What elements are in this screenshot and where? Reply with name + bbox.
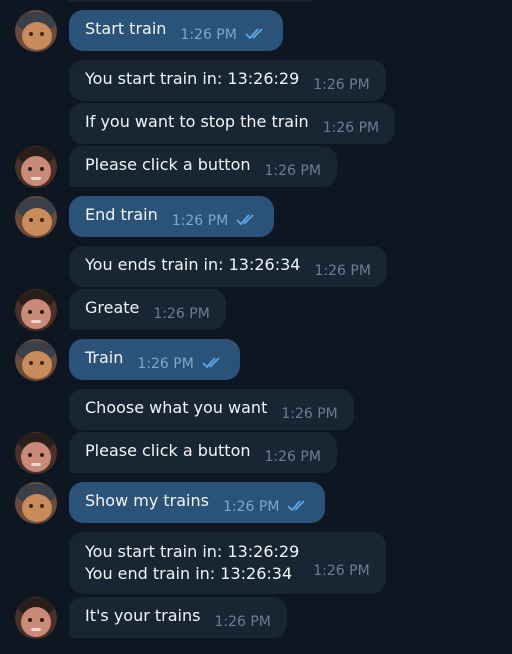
message-bubble-incoming[interactable]: Greate 1:26 PM bbox=[69, 289, 226, 330]
message-time: 1:26 PM bbox=[313, 77, 370, 93]
bot-avatar[interactable] bbox=[15, 432, 57, 474]
double-check-icon bbox=[236, 214, 254, 225]
message-time: 1:26 PM bbox=[281, 406, 338, 422]
message-bubble-incoming[interactable]: You start train in: 13:26:29 You end trai… bbox=[69, 532, 386, 594]
message-text: Please click a button bbox=[85, 155, 251, 174]
message-time: 1:26 PM bbox=[222, 499, 280, 515]
message-text: Choose what you want bbox=[85, 398, 268, 417]
message-bubble-incoming[interactable]: Please click a button 1:26 PM bbox=[69, 432, 337, 473]
message-text-line: You end train in: 13:26:34 bbox=[85, 564, 293, 583]
message-bubble-incoming[interactable]: Choose what you want 1:26 PM bbox=[69, 389, 354, 430]
message-time: 1:26 PM bbox=[264, 449, 321, 465]
user-avatar[interactable] bbox=[15, 196, 57, 238]
message-text: Show my trains bbox=[85, 491, 209, 510]
message-text: Train bbox=[85, 348, 124, 367]
bot-avatar[interactable] bbox=[15, 146, 57, 188]
message-text: End train bbox=[85, 205, 158, 224]
double-check-icon bbox=[287, 500, 306, 511]
message-text-line: You start train in: 13:26:29 bbox=[85, 542, 300, 561]
bot-avatar[interactable] bbox=[15, 597, 57, 639]
message-bubble-incoming[interactable]: You start train in: 13:26:29 1:26 PM bbox=[69, 60, 386, 101]
message-time: 1:26 PM bbox=[153, 306, 210, 322]
double-check-icon bbox=[202, 357, 220, 368]
message-bubble-incoming[interactable]: If you want to stop the train 1:26 PM bbox=[69, 103, 396, 144]
message-text: Please click a button bbox=[85, 441, 251, 460]
message-time: 1:26 PM bbox=[322, 120, 380, 136]
message-time: 1:26 PM bbox=[171, 213, 229, 229]
user-avatar[interactable] bbox=[15, 482, 57, 524]
user-avatar[interactable] bbox=[15, 339, 57, 381]
message-time: 1:26 PM bbox=[313, 563, 370, 579]
message-bubble-outgoing[interactable]: Show my trains 1:26 PM bbox=[69, 482, 326, 523]
message-time: 1:26 PM bbox=[180, 27, 237, 43]
message-text: If you want to stop the train bbox=[85, 112, 309, 131]
user-avatar[interactable] bbox=[15, 10, 57, 52]
message-bubble-incoming[interactable]: It's your trains 1:26 PM bbox=[69, 597, 287, 638]
message-text: It's your trains bbox=[85, 606, 201, 625]
previous-message-edge bbox=[69, 0, 313, 2]
message-bubble-incoming[interactable]: Please click a button 1:26 PM bbox=[69, 146, 337, 187]
message-time: 1:26 PM bbox=[264, 163, 321, 179]
message-bubble-incoming[interactable]: You ends train in: 13:26:34 1:26 PM bbox=[69, 246, 387, 287]
double-check-icon bbox=[245, 28, 263, 39]
message-time: 1:26 PM bbox=[214, 614, 271, 630]
message-bubble-outgoing[interactable]: Train 1:26 PM bbox=[69, 339, 240, 380]
message-time: 1:26 PM bbox=[137, 356, 194, 372]
message-text: You ends train in: 13:26:34 bbox=[85, 255, 301, 274]
message-time: 1:26 PM bbox=[314, 263, 371, 279]
message-text: You start train in: 13:26:29 bbox=[85, 69, 300, 88]
message-text: Start train bbox=[85, 19, 167, 38]
chat-history[interactable]: Start train 1:26 PM You start train in: 1… bbox=[0, 0, 512, 654]
bot-avatar[interactable] bbox=[15, 289, 57, 331]
message-text: Greate bbox=[85, 298, 140, 317]
message-bubble-outgoing[interactable]: Start train 1:26 PM bbox=[69, 10, 283, 51]
message-bubble-outgoing[interactable]: End train 1:26 PM bbox=[69, 196, 275, 237]
